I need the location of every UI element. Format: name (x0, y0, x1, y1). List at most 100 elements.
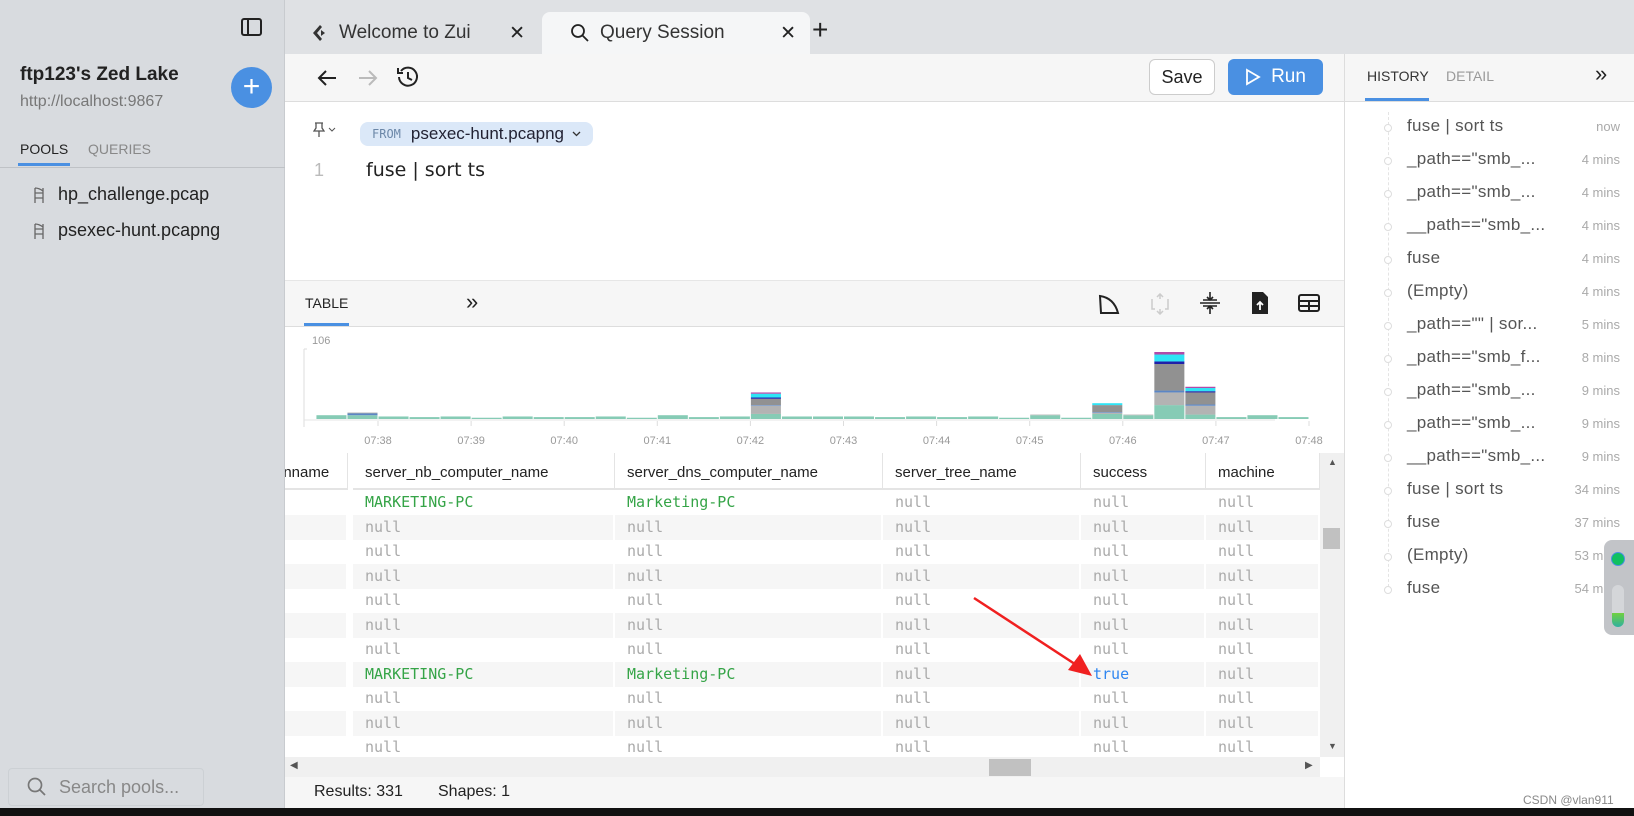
table-cell[interactable]: null (883, 563, 1081, 589)
tab-table[interactable]: TABLE (305, 295, 348, 311)
table-cell[interactable]: null (615, 735, 883, 757)
from-pool-pill[interactable]: FROM psexec-hunt.pcapng (360, 122, 594, 146)
tab-history[interactable]: HISTORY (1367, 68, 1429, 84)
collapse-panel-button[interactable]: » (1595, 61, 1607, 87)
table-cell[interactable]: null (615, 637, 883, 662)
search-pools-input[interactable]: Search pools... (8, 768, 204, 806)
table-cell[interactable] (285, 539, 348, 564)
table-cell[interactable]: MARKETING-PC (353, 490, 615, 515)
table-cell[interactable]: MARKETING-PC (353, 661, 615, 687)
table-cell[interactable]: null (615, 563, 883, 589)
table-cell[interactable] (285, 563, 348, 589)
table-cell[interactable] (285, 490, 348, 515)
history-icon[interactable] (396, 65, 420, 89)
export-file-icon[interactable] (1251, 291, 1269, 315)
forward-arrow-icon[interactable] (358, 69, 378, 87)
table-cell[interactable]: null (353, 588, 615, 613)
table-cell[interactable]: Marketing-PC (615, 490, 883, 515)
table-cell[interactable]: null (1206, 539, 1320, 564)
table-cell[interactable]: null (1206, 514, 1320, 540)
table-cell[interactable]: null (1081, 514, 1206, 540)
floating-widget[interactable] (1604, 540, 1634, 635)
table-cell[interactable]: null (353, 686, 615, 711)
table-cell[interactable]: null (883, 735, 1081, 757)
table-cell[interactable]: Marketing-PC (615, 661, 883, 687)
column-header[interactable]: server_dns_computer_name (615, 453, 883, 490)
sidebar-toggle-icon[interactable] (241, 18, 262, 36)
expand-collapse-icon[interactable] (1149, 293, 1171, 315)
column-header[interactable]: server_nb_computer_name (353, 453, 615, 490)
shape-icon[interactable] (1098, 293, 1120, 315)
table-cell[interactable]: null (615, 686, 883, 711)
tab-query-session[interactable]: Query Session ✕ (542, 12, 810, 54)
table-cell[interactable]: null (1206, 637, 1320, 662)
table-row[interactable]: null null null null null (285, 637, 1320, 662)
close-tab-icon[interactable]: ✕ (509, 22, 525, 45)
table-cell[interactable]: null (1081, 563, 1206, 589)
table-row[interactable]: null null null null null (285, 612, 1320, 638)
table-cell[interactable] (285, 588, 348, 613)
tab-welcome[interactable]: Welcome to Zui ✕ (299, 12, 539, 54)
table-cell[interactable]: null (1081, 539, 1206, 564)
table-cell[interactable]: null (883, 710, 1081, 736)
table-cell[interactable] (285, 686, 348, 711)
table-cell[interactable]: null (1206, 735, 1320, 757)
compress-rows-icon[interactable] (1199, 291, 1221, 315)
table-cell[interactable]: null (353, 710, 615, 736)
column-header[interactable]: success (1081, 453, 1206, 490)
scrollbar-thumb[interactable] (989, 759, 1031, 776)
column-header[interactable]: server_tree_name (883, 453, 1081, 490)
table-cell[interactable]: null (1081, 735, 1206, 757)
close-tab-icon[interactable]: ✕ (780, 22, 796, 45)
scrollbar-thumb[interactable] (1323, 528, 1340, 549)
table-cell[interactable] (285, 710, 348, 736)
table-cell[interactable]: null (353, 735, 615, 757)
table-row[interactable]: null null null null null (285, 686, 1320, 711)
query-text[interactable]: fuse | sort ts (366, 159, 485, 181)
chevron-down-icon[interactable] (328, 127, 336, 133)
table-cell[interactable]: null (1206, 686, 1320, 711)
table-cell[interactable]: null (1206, 563, 1320, 589)
table-cell[interactable]: null (615, 612, 883, 638)
table-cell[interactable]: null (883, 490, 1081, 515)
table-cell[interactable]: null (615, 539, 883, 564)
add-pool-button[interactable]: + (231, 67, 272, 108)
table-row[interactable]: MARKETING-PC Marketing-PC null true null (285, 661, 1320, 687)
table-cell[interactable]: null (1206, 490, 1320, 515)
run-button[interactable]: Run (1228, 59, 1323, 95)
table-cell[interactable]: null (1081, 710, 1206, 736)
tab-pools[interactable]: POOLS (20, 141, 68, 157)
table-cell[interactable]: null (353, 637, 615, 662)
back-arrow-icon[interactable] (317, 69, 337, 87)
table-row[interactable]: MARKETING-PC Marketing-PC null null null (285, 490, 1320, 515)
table-row[interactable]: null null null null null (285, 710, 1320, 736)
tab-detail[interactable]: DETAIL (1446, 68, 1494, 84)
table-cell[interactable]: null (883, 514, 1081, 540)
new-tab-button[interactable]: + (812, 14, 828, 46)
tab-queries[interactable]: QUERIES (88, 141, 151, 157)
column-header[interactable]: machine (1206, 453, 1320, 490)
table-cell[interactable] (285, 661, 348, 687)
table-cell[interactable]: null (615, 710, 883, 736)
table-cell[interactable]: null (615, 514, 883, 540)
table-row[interactable]: null null null null null (285, 588, 1320, 613)
table-cell[interactable]: null (1206, 661, 1320, 687)
pool-item[interactable]: psexec-hunt.pcapng (32, 220, 220, 241)
table-cell[interactable]: null (353, 539, 615, 564)
table-view-icon[interactable] (1298, 293, 1320, 313)
query-editor[interactable]: FROM psexec-hunt.pcapng 1 fuse | sort ts (285, 102, 1344, 280)
table-cell[interactable] (285, 612, 348, 638)
table-cell[interactable]: null (1206, 588, 1320, 613)
history-item[interactable]: fuse | sort ts (1407, 116, 1617, 136)
pool-item[interactable]: hp_challenge.pcap (32, 184, 209, 205)
table-row[interactable]: null null null null null (285, 539, 1320, 564)
table-cell[interactable] (285, 514, 348, 540)
expand-results-button[interactable]: » (466, 289, 478, 315)
column-header[interactable]: inname (285, 453, 348, 490)
table-cell[interactable]: null (883, 539, 1081, 564)
table-cell[interactable]: null (615, 588, 883, 613)
horizontal-scrollbar[interactable]: ◀ ▶ (285, 757, 1320, 777)
table-cell[interactable] (285, 735, 348, 757)
table-cell[interactable]: null (353, 563, 615, 589)
save-button[interactable]: Save (1149, 59, 1215, 95)
